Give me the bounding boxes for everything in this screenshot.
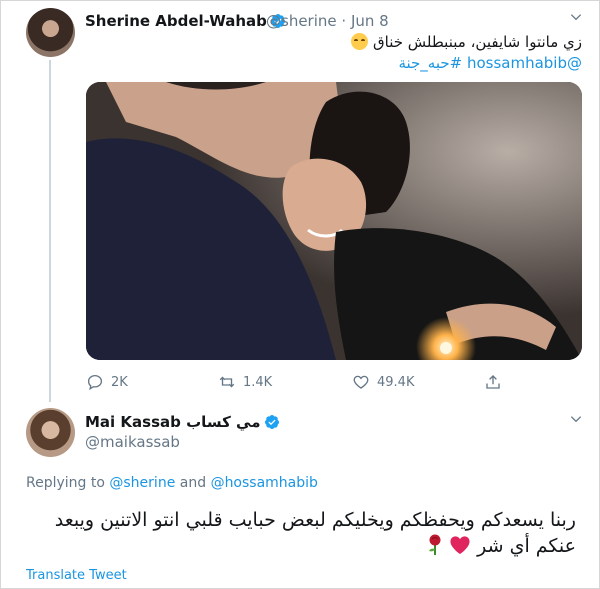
reply-author-name-text[interactable]: Mai Kassab مي كساب xyxy=(85,413,261,431)
tweet-date[interactable]: Jun 8 xyxy=(351,12,389,30)
share-action[interactable] xyxy=(484,372,509,392)
rose-emoji-icon xyxy=(429,534,441,555)
replying-to: Replying to @sherine and @hossamhabib xyxy=(26,475,318,491)
replying-to-user-link[interactable]: @hossamhabib xyxy=(211,475,318,491)
chevron-down-icon[interactable] xyxy=(569,412,583,426)
replying-to-label: Replying to xyxy=(26,475,105,491)
reply-count: 2K xyxy=(111,374,128,390)
tweet-mentions-line[interactable]: @hossamhabib #حبه_جنة xyxy=(398,54,582,72)
reply-icon[interactable] xyxy=(86,373,104,391)
replying-to-user-link[interactable]: @sherine xyxy=(109,475,175,491)
relieved-face-emoji-icon xyxy=(351,33,369,50)
author-name-text[interactable]: Sherine Abdel-Wahab xyxy=(85,12,267,30)
red-heart-emoji-icon xyxy=(450,536,470,555)
reply-text: ربنا يسعدكم ويحفظكم ويخليكم لبعض حبايب ق… xyxy=(16,507,576,559)
photo-illustration xyxy=(86,82,582,360)
reply-author-name[interactable]: Mai Kassab مي كساب xyxy=(85,413,280,431)
tweet-text-line1: زي مانتوا شايفين، مبنبطلش خناق xyxy=(351,33,582,51)
like-count: 49.4K xyxy=(377,374,415,390)
translate-tweet-link[interactable]: Translate Tweet xyxy=(26,568,127,583)
hashtag-and-mention[interactable]: @hossamhabib #حبه_جنة xyxy=(398,54,582,72)
reply-text-content: ربنا يسعدكم ويحفظكم ويخليكم لبعض حبايب ق… xyxy=(54,509,576,557)
reply-action[interactable]: 2K xyxy=(86,372,128,392)
tweet-text: زي مانتوا شايفين، مبنبطلش خناق xyxy=(373,33,582,51)
like-action[interactable]: 49.4K xyxy=(352,372,414,392)
thread-connector-line xyxy=(49,60,51,402)
retweet-icon[interactable] xyxy=(218,373,236,391)
reply-author-handle[interactable]: @maikassab xyxy=(85,433,180,451)
replying-and-text: and xyxy=(179,475,207,491)
handle-and-date: @sherine · Jun 8 xyxy=(266,12,389,30)
chevron-down-icon[interactable] xyxy=(569,10,583,24)
heart-outline-icon[interactable] xyxy=(352,373,370,391)
tweet-photo[interactable] xyxy=(86,82,582,360)
tweet-actions: 2K 1.4K 49.4K xyxy=(86,372,506,392)
verified-badge-icon xyxy=(264,415,279,429)
retweet-count: 1.4K xyxy=(243,374,273,390)
author-name[interactable]: Sherine Abdel-Wahab xyxy=(85,12,286,30)
retweet-action[interactable]: 1.4K xyxy=(218,372,272,392)
separator-dot: · xyxy=(341,12,347,30)
reply-avatar[interactable] xyxy=(26,408,75,457)
share-icon[interactable] xyxy=(484,373,502,391)
author-handle[interactable]: @sherine xyxy=(266,12,337,30)
avatar[interactable] xyxy=(26,8,75,57)
